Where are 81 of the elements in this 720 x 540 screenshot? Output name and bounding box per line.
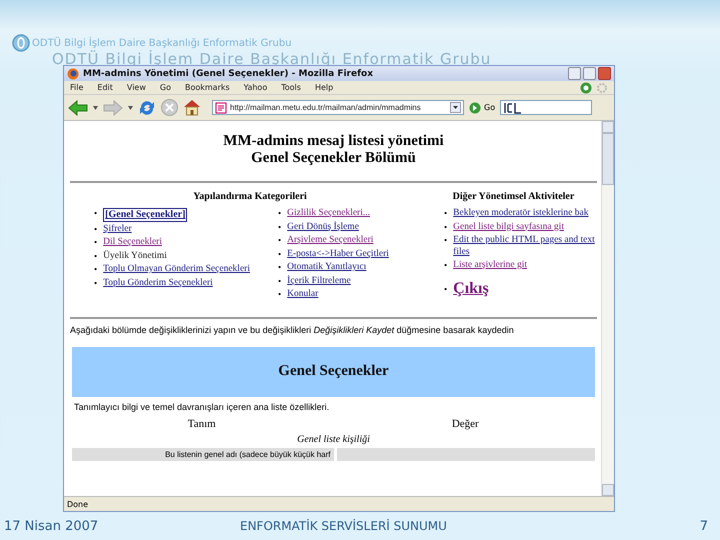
menu-item[interactable]: Edit bbox=[97, 83, 113, 92]
section-banner: Genel Seçenekler bbox=[72, 346, 595, 396]
bullet-mark: • bbox=[444, 260, 448, 272]
nav-link[interactable]: Liste arşivlerine git bbox=[453, 260, 528, 272]
column-header: Değer bbox=[450, 418, 480, 430]
gear-icon bbox=[596, 82, 608, 94]
nav-link[interactable]: Konular bbox=[287, 289, 318, 300]
bullet-mark: • bbox=[444, 235, 448, 246]
page-heading: MM-admins mesaj listesi yönetimi bbox=[222, 133, 445, 150]
go-icon[interactable] bbox=[469, 102, 481, 114]
menu-item[interactable]: Yahoo bbox=[244, 83, 268, 92]
search-field[interactable] bbox=[500, 100, 592, 115]
bullet-mark: • bbox=[444, 222, 448, 233]
nav-link[interactable]: Dil Seçenekleri bbox=[103, 237, 162, 248]
menu-item[interactable]: Tools bbox=[281, 83, 301, 92]
menu-item[interactable]: Bookmarks bbox=[184, 83, 230, 92]
dropdown-icon[interactable] bbox=[450, 102, 461, 113]
nav-link[interactable]: Otomatik Yanıtlayıcı bbox=[287, 262, 366, 274]
back-arrow-icon[interactable] bbox=[68, 100, 88, 116]
bullet-mark: • bbox=[94, 208, 98, 220]
group-title: Genel liste kişiliği bbox=[296, 434, 371, 444]
bullet-mark: • bbox=[278, 222, 282, 233]
bullet-mark: • bbox=[444, 208, 448, 220]
nav-link[interactable]: Gizlilik Seçenekleri... bbox=[287, 208, 370, 220]
header-title: ODTÜ Bilgi İşlem Daire Başkanlığı Enformatik Grubu bbox=[32, 38, 292, 48]
go-button[interactable]: Go bbox=[484, 103, 496, 112]
instructions-text: Aşağıdaki bölümde değişikliklerinizi yapın ve bu değişiklikleri Değişiklikleri Kaydet düğmesine basarak kaydedin bbox=[70, 324, 515, 334]
column-header: Tanım bbox=[186, 418, 217, 430]
bullet-mark: • bbox=[278, 235, 282, 246]
menu-item[interactable]: Go bbox=[160, 83, 171, 92]
browser-logo-icon bbox=[67, 68, 79, 80]
bullet-mark: • bbox=[94, 224, 98, 235]
slide-footer-title: ENFORMATİK SERVİSLERİ SUNUMU bbox=[239, 519, 448, 533]
logout-link[interactable]: Çıkış bbox=[453, 280, 489, 298]
bullet-mark: • bbox=[94, 237, 98, 248]
bullet-mark: • bbox=[278, 276, 282, 287]
nav-link[interactable]: Edit the public HTML pages and text files bbox=[453, 235, 597, 258]
bullet-mark: • bbox=[444, 282, 448, 296]
section-heading: Diğer Yönetimsel Aktiviteler bbox=[452, 191, 576, 202]
logo-icon bbox=[12, 34, 30, 52]
search-engine-icon bbox=[504, 102, 522, 114]
nav-link[interactable]: Şifreler bbox=[103, 224, 132, 235]
current-page-link[interactable]: [Genel Seçenekler] bbox=[103, 208, 188, 222]
forward-arrow-icon[interactable] bbox=[103, 100, 123, 116]
bullet-mark: • bbox=[94, 250, 98, 262]
slide-date: 17 Nisan 2007 bbox=[4, 518, 100, 534]
status-text: Done bbox=[67, 500, 88, 508]
table-cell: Bu listenin genel adı (sadece büyük küçük harf bbox=[72, 448, 334, 460]
nav-link[interactable]: Bekleyen moderatör isteklerine bak bbox=[453, 208, 588, 220]
address-field[interactable]: http://mailman.metu.edu.tr/mailman/admin/mmadmins bbox=[212, 100, 464, 115]
status-icon bbox=[580, 82, 592, 94]
minimize-button[interactable] bbox=[568, 67, 581, 80]
scrollbar[interactable] bbox=[601, 121, 614, 496]
nav-link[interactable]: Genel liste bilgi sayfasına git bbox=[453, 222, 564, 233]
stop-icon[interactable] bbox=[161, 99, 178, 116]
page-heading: Genel Seçenekler Bölümü bbox=[250, 150, 417, 167]
bullet-mark: • bbox=[278, 208, 282, 220]
home-icon[interactable] bbox=[183, 99, 201, 116]
menu-item[interactable]: Help bbox=[314, 83, 334, 92]
slide-number: 7 bbox=[700, 518, 708, 534]
nav-link[interactable]: Geri Dönüş İşleme bbox=[287, 222, 359, 233]
maximize-button[interactable] bbox=[583, 67, 596, 80]
window-title: MM-admins Yönetimi (Genel Seçenekler) - Mozilla Firefox bbox=[83, 68, 374, 78]
bullet-mark: • bbox=[94, 278, 98, 289]
nav-link[interactable]: E-posta<->Haber Geçitleri bbox=[287, 248, 389, 260]
menu-item[interactable]: View bbox=[126, 83, 146, 92]
caret-icon[interactable] bbox=[128, 106, 133, 110]
bullet-mark: • bbox=[278, 248, 282, 260]
reload-icon[interactable] bbox=[138, 98, 156, 116]
section-description: Tanımlayıcı bilgi ve temel davranışları içeren ana liste özellikleri. bbox=[74, 402, 330, 412]
nav-link[interactable]: Arşivleme Seçenekleri bbox=[287, 235, 374, 246]
page-icon bbox=[215, 102, 227, 114]
bullet-mark: • bbox=[278, 262, 282, 274]
nav-link[interactable]: Toplu Olmayan Gönderim Seçenekleri bbox=[103, 264, 250, 276]
menu-item[interactable]: File bbox=[70, 83, 84, 92]
caret-icon[interactable] bbox=[93, 106, 98, 110]
bullet-mark: • bbox=[278, 289, 282, 300]
nav-link[interactable]: Toplu Gönderim Seçenekleri bbox=[103, 278, 213, 289]
bullet-mark: • bbox=[94, 264, 98, 276]
nav-link[interactable]: İçerik Filtreleme bbox=[287, 276, 351, 287]
section-heading: Yapılandırma Kategorileri bbox=[192, 191, 308, 202]
